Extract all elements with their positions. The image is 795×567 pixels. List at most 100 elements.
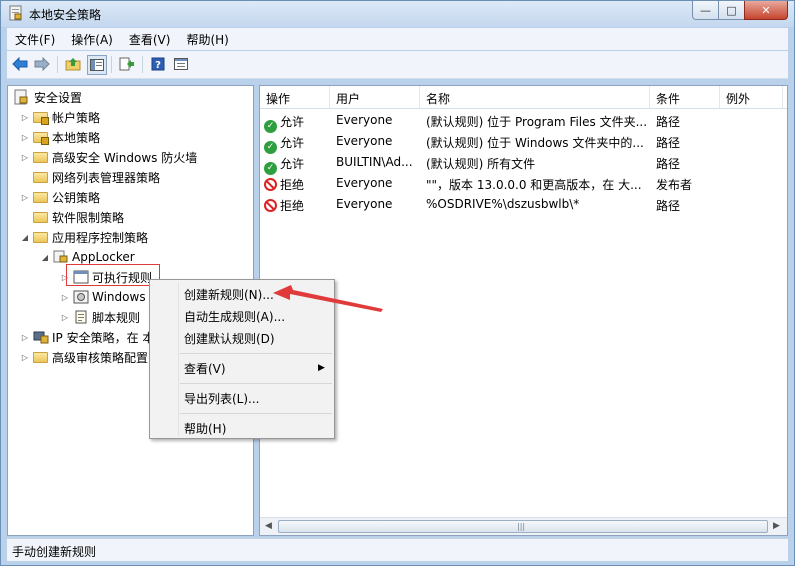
column-header: 操作 用户 名称 条件 例外 [260, 86, 787, 109]
expand-arrow-icon[interactable]: ▷ [60, 293, 70, 302]
menu-action[interactable]: 操作(A) [63, 31, 121, 48]
properties-icon[interactable] [172, 55, 190, 73]
scroll-thumb[interactable]: ||| [278, 520, 768, 533]
row-user: Everyone [336, 113, 393, 127]
menu-item-view[interactable]: 查看(V) [184, 360, 226, 377]
row-action: 拒绝 [280, 178, 305, 192]
row-user: Everyone [336, 197, 393, 211]
collapse-arrow-icon[interactable]: ◢ [40, 253, 50, 262]
tree-item-windows-installer-rules[interactable]: ▷ Windows [60, 288, 146, 306]
close-button[interactable]: ✕ [744, 1, 788, 20]
menu-file[interactable]: 文件(F) [7, 31, 63, 48]
row-user: Everyone [336, 134, 393, 148]
minimize-button[interactable]: — [692, 1, 718, 20]
scroll-left-icon[interactable]: ◀ [265, 521, 272, 531]
folder-icon [33, 171, 48, 183]
row-condition: 路径 [656, 115, 681, 129]
column-action[interactable]: 操作 [266, 90, 290, 107]
tree-root-security-settings[interactable]: 安全设置 [14, 88, 82, 106]
column-user[interactable]: 用户 [336, 90, 360, 107]
tree-item-script-rules[interactable]: ▷ 脚本规则 [60, 308, 140, 326]
menu-item-help[interactable]: 帮助(H) [184, 420, 226, 437]
rules-list-pane: 操作 用户 名称 条件 例外 ✓ 允许 Everyone (默认规则) 位于 Pr… [259, 85, 788, 536]
table-row[interactable]: ✓ 允许 Everyone (默认规则) 位于 Program Files 文件夹… [260, 110, 787, 133]
tree-item-label: 应用程序控制策略 [52, 230, 149, 245]
menu-help[interactable]: 帮助(H) [178, 31, 236, 48]
folder-icon [33, 231, 48, 243]
back-icon[interactable] [11, 55, 29, 73]
table-row[interactable]: ✓ 允许 BUILTIN\Ad... (默认规则) 所有文件 路径 [260, 152, 787, 175]
title-bar[interactable]: 本地安全策略 — □ ✕ [1, 1, 794, 27]
tree-item-label: AppLocker [72, 250, 135, 264]
tree-item-ip-security[interactable]: ▷ IP 安全策略，在 本 [20, 328, 154, 346]
export-list-icon[interactable] [118, 55, 136, 73]
maximize-button[interactable]: □ [718, 1, 744, 20]
tree-item-network-list[interactable]: 网络列表管理器策略 [20, 168, 160, 186]
row-condition: 路径 [656, 136, 681, 150]
row-action: 允许 [280, 157, 305, 171]
scroll-grip: ||| [517, 522, 526, 531]
tree-item-label: 公钥策略 [52, 190, 101, 205]
row-name: (默认规则) 位于 Windows 文件夹中的... [426, 136, 644, 150]
expand-arrow-icon[interactable]: ▷ [20, 133, 30, 142]
row-name: ""，版本 13.0.0.0 和更高版本，在 大... [426, 178, 642, 192]
tree-item-label: IP 安全策略，在 本 [52, 330, 155, 345]
scroll-right-icon[interactable]: ▶ [773, 521, 780, 531]
svg-text:?: ? [155, 60, 161, 71]
security-policy-icon [9, 5, 22, 21]
tree-item-label: 软件限制策略 [52, 210, 125, 225]
main-window: 本地安全策略 — □ ✕ 文件(F) 操作(A) 查看(V) 帮助(H) ? 安… [0, 0, 795, 566]
tree-item-firewall[interactable]: ▷ 高级安全 Windows 防火墙 [20, 148, 197, 166]
menu-item-auto-generate-rules[interactable]: 自动生成规则(A)... [184, 308, 285, 325]
show-tree-icon[interactable] [87, 55, 107, 75]
row-action: 允许 [280, 115, 305, 129]
expand-arrow-icon[interactable]: ▷ [20, 333, 30, 342]
row-name: %OSDRIVE%\dszusbwlb\* [426, 197, 580, 211]
tree-item-label: 本地策略 [52, 130, 101, 145]
installer-icon [73, 290, 89, 304]
tree-item-app-control[interactable]: ◢ 应用程序控制策略 [20, 228, 148, 246]
column-name[interactable]: 名称 [426, 90, 450, 107]
column-condition[interactable]: 条件 [656, 90, 680, 107]
status-text: 手动创建新规则 [12, 545, 97, 559]
context-menu: 创建新规则(N)... 自动生成规则(A)... 创建默认规则(D) 查看(V)… [149, 279, 335, 439]
table-row[interactable]: 拒绝 Everyone %OSDRIVE%\dszusbwlb\* 路径 [260, 194, 787, 215]
table-row[interactable]: 拒绝 Everyone ""，版本 13.0.0.0 和更高版本，在 大... … [260, 173, 787, 194]
row-action: 允许 [280, 136, 305, 150]
tree-item-label: 脚本规则 [92, 310, 141, 325]
tree-item-label: 网络列表管理器策略 [52, 170, 161, 185]
menu-item-export-list[interactable]: 导出列表(L)... [184, 390, 260, 407]
tree-item-advanced-audit[interactable]: ▷ 高级审核策略配置 [20, 348, 148, 366]
menu-item-create-default-rules[interactable]: 创建默认规则(D) [184, 330, 275, 347]
deny-icon [264, 199, 277, 212]
tree-item-software-restriction[interactable]: 软件限制策略 [20, 208, 124, 226]
horizontal-scrollbar[interactable]: ◀ ||| ▶ [260, 517, 787, 535]
expand-arrow-icon[interactable]: ▷ [20, 113, 30, 122]
menu-bar: 文件(F) 操作(A) 查看(V) 帮助(H) [7, 28, 788, 50]
help-icon[interactable]: ? [149, 55, 167, 73]
expand-arrow-icon[interactable]: ▷ [60, 313, 70, 322]
status-bar: 手动创建新规则 [7, 538, 788, 561]
expand-arrow-icon[interactable]: ▷ [20, 153, 30, 162]
expand-arrow-icon[interactable]: ▷ [20, 353, 30, 362]
policy-folder-icon [33, 131, 49, 145]
tree-root-label: 安全设置 [34, 90, 83, 105]
row-name: (默认规则) 所有文件 [426, 157, 536, 171]
expand-arrow-icon[interactable]: ▷ [20, 193, 30, 202]
up-folder-icon[interactable] [64, 55, 82, 73]
collapse-arrow-icon[interactable]: ◢ [20, 233, 30, 242]
column-exception[interactable]: 例外 [726, 90, 750, 107]
policy-folder-icon [33, 111, 49, 125]
menu-view[interactable]: 查看(V) [121, 31, 179, 48]
tree-item-label: Windows [92, 290, 146, 304]
folder-icon [33, 191, 48, 203]
table-row[interactable]: ✓ 允许 Everyone (默认规则) 位于 Windows 文件夹中的... … [260, 131, 787, 154]
security-settings-icon [14, 89, 28, 105]
forward-icon[interactable] [33, 55, 51, 73]
highlight-box [66, 264, 160, 286]
tree-item-public-key[interactable]: ▷ 公钥策略 [20, 188, 100, 206]
tree-item-account-policies[interactable]: ▷ 帐户策略 [20, 108, 100, 126]
menu-item-create-new-rule[interactable]: 创建新规则(N)... [184, 286, 274, 303]
script-icon [75, 310, 87, 324]
tree-item-local-policies[interactable]: ▷ 本地策略 [20, 128, 100, 146]
